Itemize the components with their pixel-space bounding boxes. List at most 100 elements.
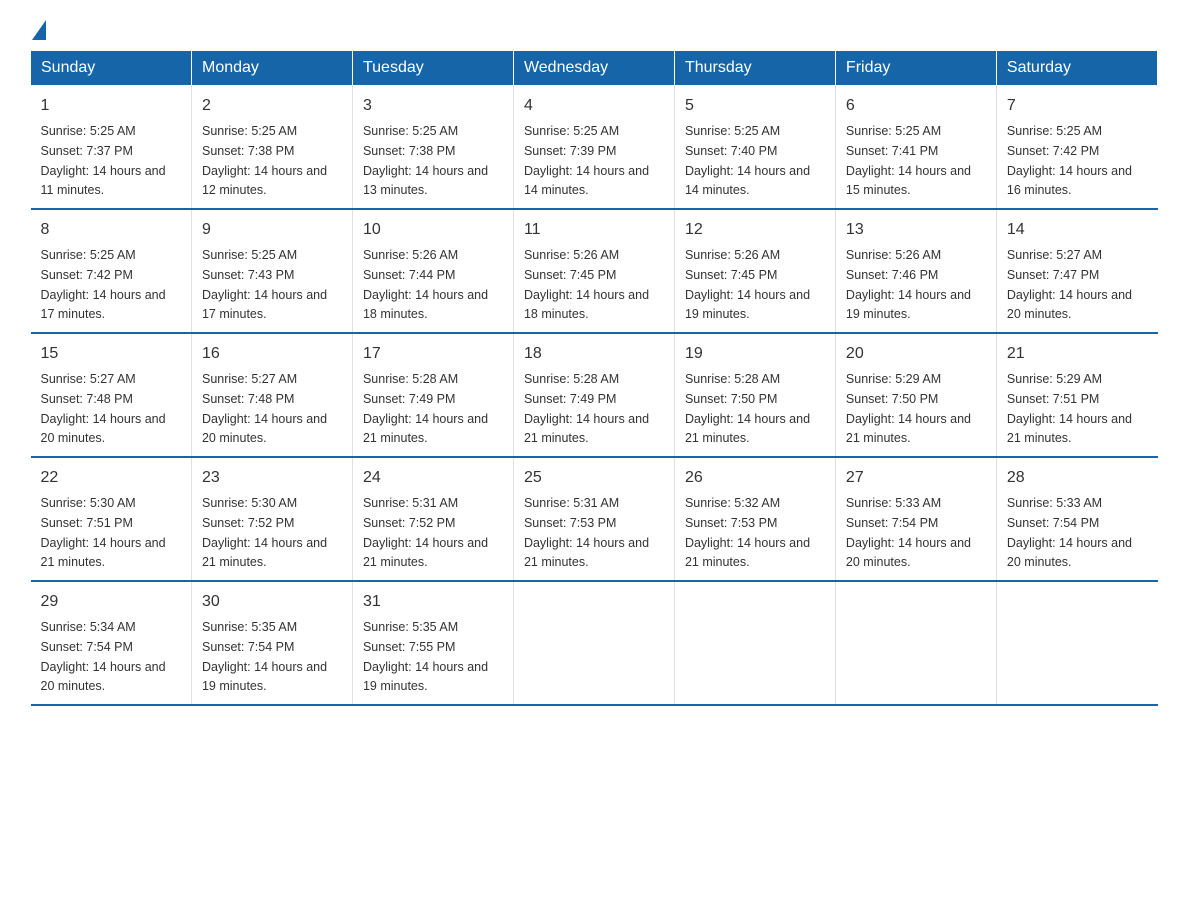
logo — [30, 20, 48, 40]
calendar-day-cell: 27 Sunrise: 5:33 AM Sunset: 7:54 PM Dayl… — [835, 457, 996, 581]
day-daylight: Daylight: 14 hours and 15 minutes. — [846, 164, 971, 198]
calendar-day-cell: 4 Sunrise: 5:25 AM Sunset: 7:39 PM Dayli… — [513, 86, 674, 210]
day-sunset: Sunset: 7:52 PM — [363, 516, 455, 530]
day-number: 19 — [685, 342, 825, 366]
calendar-day-cell: 1 Sunrise: 5:25 AM Sunset: 7:37 PM Dayli… — [31, 86, 192, 210]
day-daylight: Daylight: 14 hours and 20 minutes. — [846, 536, 971, 570]
day-sunset: Sunset: 7:38 PM — [202, 144, 294, 158]
day-sunset: Sunset: 7:54 PM — [202, 640, 294, 654]
calendar-day-cell: 12 Sunrise: 5:26 AM Sunset: 7:45 PM Dayl… — [674, 209, 835, 333]
calendar-day-cell — [513, 581, 674, 705]
calendar-day-cell: 22 Sunrise: 5:30 AM Sunset: 7:51 PM Dayl… — [31, 457, 192, 581]
day-sunrise: Sunrise: 5:30 AM — [202, 496, 297, 510]
calendar-week-row: 8 Sunrise: 5:25 AM Sunset: 7:42 PM Dayli… — [31, 209, 1158, 333]
day-sunrise: Sunrise: 5:25 AM — [685, 124, 780, 138]
day-sunset: Sunset: 7:43 PM — [202, 268, 294, 282]
day-daylight: Daylight: 14 hours and 20 minutes. — [41, 412, 166, 446]
weekday-header-tuesday: Tuesday — [352, 51, 513, 86]
calendar-day-cell — [996, 581, 1157, 705]
day-number: 1 — [41, 94, 181, 118]
day-number: 5 — [685, 94, 825, 118]
day-daylight: Daylight: 14 hours and 21 minutes. — [1007, 412, 1132, 446]
day-sunrise: Sunrise: 5:35 AM — [363, 620, 458, 634]
day-number: 21 — [1007, 342, 1148, 366]
day-sunset: Sunset: 7:54 PM — [41, 640, 133, 654]
day-number: 2 — [202, 94, 342, 118]
day-daylight: Daylight: 14 hours and 21 minutes. — [685, 412, 810, 446]
calendar-day-cell: 8 Sunrise: 5:25 AM Sunset: 7:42 PM Dayli… — [31, 209, 192, 333]
day-sunrise: Sunrise: 5:28 AM — [685, 372, 780, 386]
day-daylight: Daylight: 14 hours and 19 minutes. — [202, 660, 327, 694]
day-number: 13 — [846, 218, 986, 242]
day-sunrise: Sunrise: 5:35 AM — [202, 620, 297, 634]
day-daylight: Daylight: 14 hours and 17 minutes. — [202, 288, 327, 322]
day-daylight: Daylight: 14 hours and 20 minutes. — [41, 660, 166, 694]
day-number: 31 — [363, 590, 503, 614]
calendar-week-row: 15 Sunrise: 5:27 AM Sunset: 7:48 PM Dayl… — [31, 333, 1158, 457]
day-sunrise: Sunrise: 5:25 AM — [202, 248, 297, 262]
day-daylight: Daylight: 14 hours and 16 minutes. — [1007, 164, 1132, 198]
calendar-day-cell: 5 Sunrise: 5:25 AM Sunset: 7:40 PM Dayli… — [674, 86, 835, 210]
day-daylight: Daylight: 14 hours and 21 minutes. — [846, 412, 971, 446]
day-sunrise: Sunrise: 5:25 AM — [1007, 124, 1102, 138]
day-sunrise: Sunrise: 5:28 AM — [524, 372, 619, 386]
day-sunset: Sunset: 7:38 PM — [363, 144, 455, 158]
calendar-day-cell: 13 Sunrise: 5:26 AM Sunset: 7:46 PM Dayl… — [835, 209, 996, 333]
weekday-header-monday: Monday — [191, 51, 352, 86]
day-sunrise: Sunrise: 5:30 AM — [41, 496, 136, 510]
day-sunset: Sunset: 7:54 PM — [1007, 516, 1099, 530]
calendar-day-cell — [674, 581, 835, 705]
day-number: 27 — [846, 466, 986, 490]
calendar-day-cell: 20 Sunrise: 5:29 AM Sunset: 7:50 PM Dayl… — [835, 333, 996, 457]
weekday-header-wednesday: Wednesday — [513, 51, 674, 86]
day-daylight: Daylight: 14 hours and 13 minutes. — [363, 164, 488, 198]
day-sunset: Sunset: 7:52 PM — [202, 516, 294, 530]
day-number: 6 — [846, 94, 986, 118]
day-number: 16 — [202, 342, 342, 366]
calendar-day-cell: 21 Sunrise: 5:29 AM Sunset: 7:51 PM Dayl… — [996, 333, 1157, 457]
day-sunset: Sunset: 7:53 PM — [524, 516, 616, 530]
day-sunset: Sunset: 7:44 PM — [363, 268, 455, 282]
calendar-day-cell: 18 Sunrise: 5:28 AM Sunset: 7:49 PM Dayl… — [513, 333, 674, 457]
day-sunrise: Sunrise: 5:28 AM — [363, 372, 458, 386]
day-number: 20 — [846, 342, 986, 366]
calendar-week-row: 22 Sunrise: 5:30 AM Sunset: 7:51 PM Dayl… — [31, 457, 1158, 581]
weekday-header-sunday: Sunday — [31, 51, 192, 86]
calendar-day-cell: 16 Sunrise: 5:27 AM Sunset: 7:48 PM Dayl… — [191, 333, 352, 457]
calendar-day-cell: 3 Sunrise: 5:25 AM Sunset: 7:38 PM Dayli… — [352, 86, 513, 210]
calendar-day-cell: 24 Sunrise: 5:31 AM Sunset: 7:52 PM Dayl… — [352, 457, 513, 581]
day-daylight: Daylight: 14 hours and 21 minutes. — [202, 536, 327, 570]
day-daylight: Daylight: 14 hours and 21 minutes. — [363, 536, 488, 570]
day-sunset: Sunset: 7:55 PM — [363, 640, 455, 654]
day-daylight: Daylight: 14 hours and 20 minutes. — [1007, 536, 1132, 570]
day-sunset: Sunset: 7:40 PM — [685, 144, 777, 158]
day-daylight: Daylight: 14 hours and 20 minutes. — [202, 412, 327, 446]
day-daylight: Daylight: 14 hours and 17 minutes. — [41, 288, 166, 322]
day-sunset: Sunset: 7:42 PM — [1007, 144, 1099, 158]
day-daylight: Daylight: 14 hours and 19 minutes. — [846, 288, 971, 322]
calendar-day-cell: 15 Sunrise: 5:27 AM Sunset: 7:48 PM Dayl… — [31, 333, 192, 457]
day-sunset: Sunset: 7:48 PM — [41, 392, 133, 406]
day-number: 29 — [41, 590, 181, 614]
day-number: 12 — [685, 218, 825, 242]
day-sunrise: Sunrise: 5:29 AM — [1007, 372, 1102, 386]
day-sunset: Sunset: 7:41 PM — [846, 144, 938, 158]
day-sunrise: Sunrise: 5:26 AM — [846, 248, 941, 262]
day-daylight: Daylight: 14 hours and 14 minutes. — [524, 164, 649, 198]
day-daylight: Daylight: 14 hours and 21 minutes. — [41, 536, 166, 570]
day-daylight: Daylight: 14 hours and 21 minutes. — [685, 536, 810, 570]
day-number: 18 — [524, 342, 664, 366]
weekday-header-friday: Friday — [835, 51, 996, 86]
day-daylight: Daylight: 14 hours and 19 minutes. — [685, 288, 810, 322]
calendar-day-cell: 30 Sunrise: 5:35 AM Sunset: 7:54 PM Dayl… — [191, 581, 352, 705]
day-sunrise: Sunrise: 5:31 AM — [524, 496, 619, 510]
day-daylight: Daylight: 14 hours and 20 minutes. — [1007, 288, 1132, 322]
page-header — [30, 20, 1158, 40]
day-sunrise: Sunrise: 5:27 AM — [202, 372, 297, 386]
calendar-day-cell: 7 Sunrise: 5:25 AM Sunset: 7:42 PM Dayli… — [996, 86, 1157, 210]
day-sunset: Sunset: 7:49 PM — [524, 392, 616, 406]
day-sunrise: Sunrise: 5:26 AM — [524, 248, 619, 262]
day-daylight: Daylight: 14 hours and 14 minutes. — [685, 164, 810, 198]
calendar-day-cell: 23 Sunrise: 5:30 AM Sunset: 7:52 PM Dayl… — [191, 457, 352, 581]
day-sunset: Sunset: 7:45 PM — [524, 268, 616, 282]
